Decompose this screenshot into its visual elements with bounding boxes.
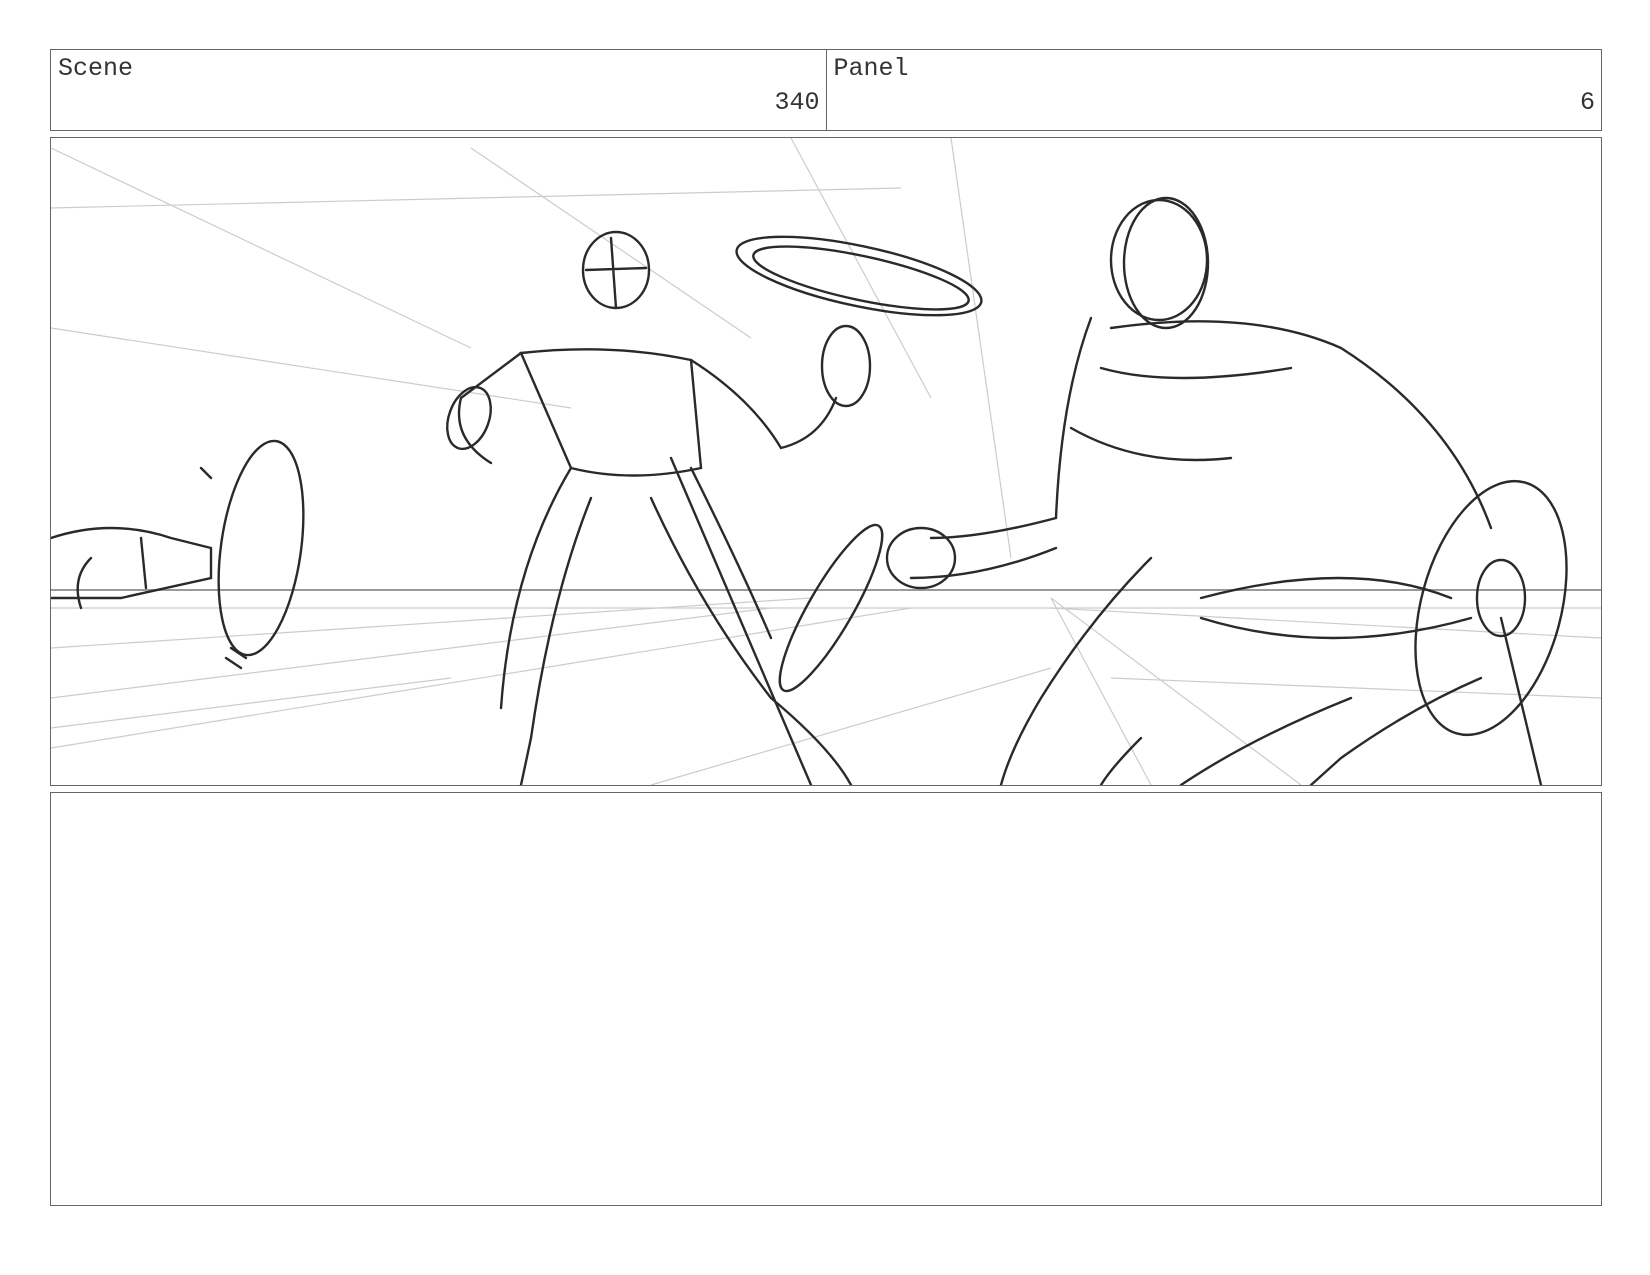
perspective-guides [51, 138, 1601, 785]
scene-number: 340 [774, 88, 820, 117]
scene-label: Scene [58, 54, 134, 83]
figure-sketch-right [885, 196, 1568, 785]
panel-label: Panel [833, 54, 909, 83]
storyboard-sketch [51, 138, 1601, 785]
storyboard-frame [50, 137, 1602, 786]
panel-cell: Panel 6 [825, 50, 1602, 130]
panel-notes-area [50, 792, 1602, 1206]
figure-sketch-left [446, 230, 983, 785]
panel-number: 6 [1579, 88, 1595, 117]
scene-cell: Scene 340 [51, 50, 826, 130]
figure-sketch-far-left [51, 439, 305, 670]
scene-panel-header: Scene 340 Panel 6 [50, 49, 1602, 131]
